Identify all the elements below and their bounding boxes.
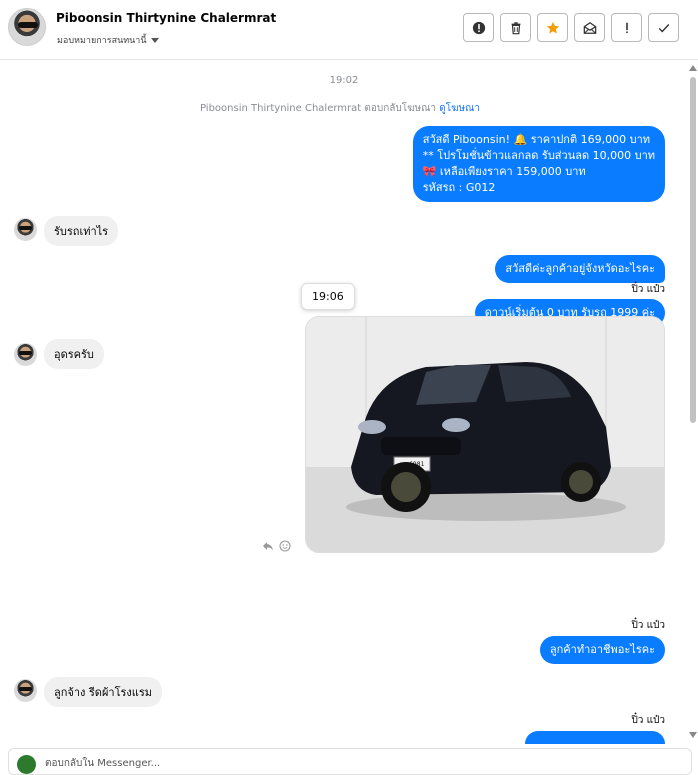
contact-avatar-small[interactable] [14, 218, 37, 241]
outgoing-message[interactable]: สวัสดีค่ะลูกค้าอยู่จังหวัดอะไรคะ [495, 255, 665, 283]
spam-button[interactable] [611, 13, 642, 42]
contact-avatar-small[interactable] [14, 679, 37, 702]
message-thread[interactable]: 19:02 Piboonsin Thirtynine Chalermrat ตอ… [0, 61, 688, 744]
mail-icon [583, 21, 596, 34]
incoming-message[interactable]: ลูกจ้าง รีดผ้าโรงแรม [44, 677, 163, 707]
alert-button[interactable] [463, 13, 494, 42]
trash-icon [511, 21, 520, 34]
contact-name[interactable]: Piboonsin Thirtynine Chalermrat [56, 11, 276, 25]
star-button[interactable] [537, 13, 568, 42]
reply-input[interactable] [45, 754, 605, 772]
license-plate: มส 6981 [399, 461, 425, 468]
ad-reply-text: Piboonsin Thirtynine Chalermrat ตอบกลับโ… [200, 103, 437, 114]
mark-unread-button[interactable] [574, 13, 605, 42]
timestamp: 19:02 [329, 75, 359, 86]
scroll-thumb[interactable] [690, 77, 696, 423]
sender-name: ปิ๋ว แป๋ว [631, 715, 665, 726]
exclamation-icon [625, 22, 628, 33]
outgoing-message[interactable]: ลูกค้าทำอาชีพอะไรคะ [539, 636, 665, 664]
emoji-reaction-icon[interactable] [279, 540, 291, 552]
star-icon [546, 21, 559, 34]
scroll-up-arrow[interactable] [689, 65, 697, 71]
car-photo-attachment[interactable]: มส 6981 [305, 316, 665, 553]
sender-name: ปิ๋ว แป๋ว [631, 620, 665, 631]
assign-label: มอบหมายการสนทนานี้ [57, 36, 147, 46]
view-ad-link[interactable]: ดูโฆษณา [439, 103, 480, 114]
message-line: 🎀 เหลือเพียงราคา 159,000 บาท [422, 165, 586, 178]
action-toolbar [463, 13, 679, 42]
check-icon [658, 23, 669, 33]
ad-reply-note: Piboonsin Thirtynine Chalermrat ตอบกลับโ… [0, 101, 680, 116]
done-button[interactable] [648, 13, 679, 42]
outgoing-message[interactable]: สวัสดี Piboonsin! 🔔 ราคาปกติ 169,000 บาท… [412, 126, 665, 202]
reply-composer [8, 748, 692, 775]
delete-button[interactable] [500, 13, 531, 42]
time-tooltip: 19:06 [301, 283, 355, 310]
message-line: รหัสรถ : G012 [422, 181, 496, 194]
assign-conversation-dropdown[interactable]: มอบหมายการสนทนานี้ [57, 33, 159, 47]
alert-icon [472, 21, 485, 34]
incoming-message[interactable]: อุดรครับ [44, 339, 104, 369]
conversation-header: Piboonsin Thirtynine Chalermrat มอบหมายก… [0, 0, 698, 60]
page-avatar [17, 755, 36, 774]
scroll-down-arrow[interactable] [689, 732, 697, 738]
contact-avatar[interactable] [8, 8, 46, 46]
message-line: สวัสดี Piboonsin! 🔔 ราคาปกติ 169,000 บาท [422, 133, 650, 146]
outgoing-message-partial[interactable] [525, 731, 665, 744]
chevron-down-icon [150, 37, 159, 43]
reply-icon[interactable] [262, 540, 274, 552]
message-line: ** โปรโมชั่นข้าวแลกลด รับส่วนลด 10,000 บ… [422, 149, 655, 162]
message-actions [262, 540, 291, 552]
sender-name: ปิ๋ว แป๋ว [631, 284, 665, 295]
thread-scrollbar[interactable] [688, 61, 698, 744]
car-image [306, 317, 664, 552]
contact-avatar-small[interactable] [14, 343, 37, 366]
incoming-message[interactable]: รับรถเท่าไร [44, 216, 119, 246]
